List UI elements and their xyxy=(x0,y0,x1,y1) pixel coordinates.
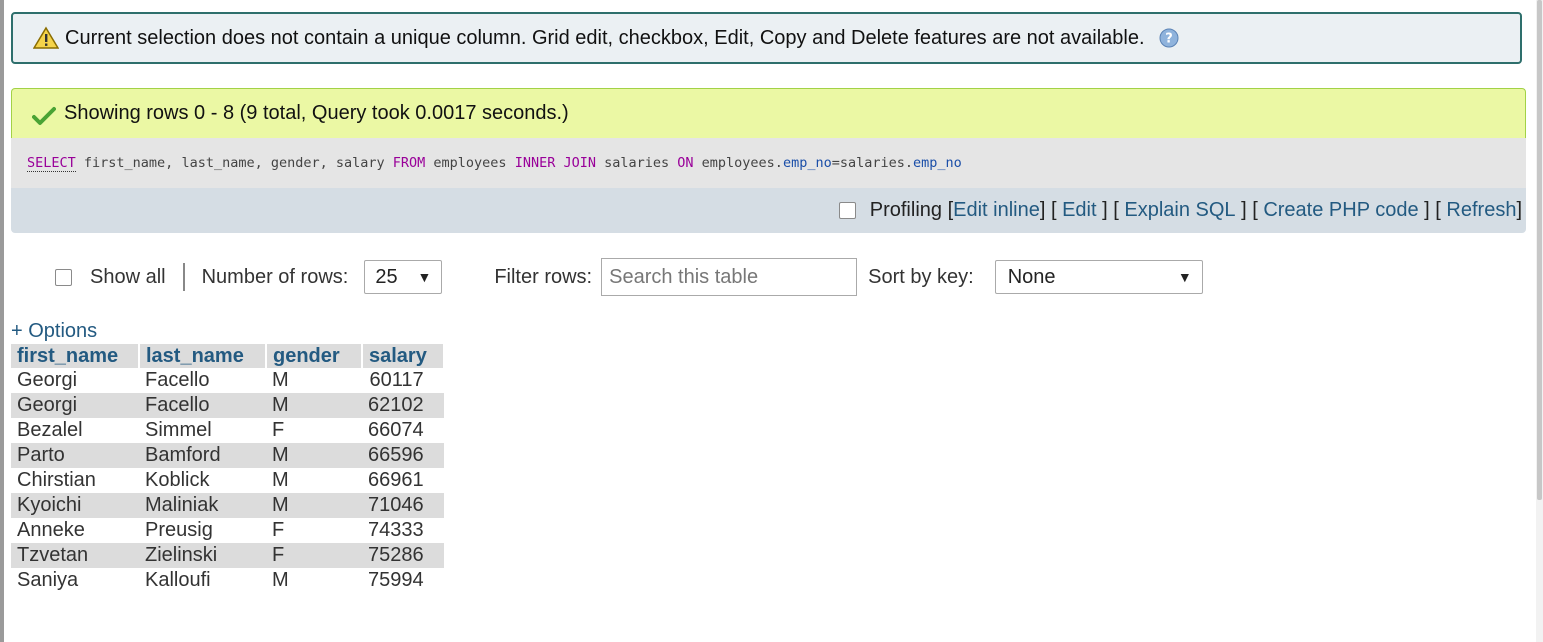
sql-right-column: emp_no xyxy=(913,155,962,171)
cell-last-name: Facello xyxy=(145,369,210,391)
cell-gender: F xyxy=(272,419,285,441)
notice-box: Current selection does not contain a uni… xyxy=(11,12,1522,64)
edit-link[interactable]: Edit xyxy=(1062,199,1096,222)
nav-separator xyxy=(182,263,185,291)
table-row: Chirstian Koblick M 66961 xyxy=(11,468,444,493)
cell-salary: 62102 xyxy=(362,393,444,418)
sort-by-key-value: None xyxy=(1007,265,1056,288)
cell-salary: 75286 xyxy=(362,543,444,568)
filter-rows-label: Filter rows: xyxy=(494,265,593,288)
success-text: Showing rows 0 - 8 (9 total, Query took … xyxy=(64,102,569,124)
edit-inline-link[interactable]: Edit inline xyxy=(953,199,1040,222)
svg-text:?: ? xyxy=(1165,32,1173,47)
cell-first-name: Georgi xyxy=(17,369,78,391)
sql-actions-bar: Profiling [Edit inline] [ Edit ] [ Expla… xyxy=(11,188,1526,233)
table-row: Tzvetan Zielinski F 75286 xyxy=(11,543,444,568)
vertical-scrollbar[interactable] xyxy=(1536,0,1543,642)
sql-left-column: emp_no xyxy=(782,155,832,171)
sql-eq-table: =salaries. xyxy=(831,155,913,171)
show-all-label[interactable]: Show all xyxy=(90,266,166,289)
cell-first-name: Parto xyxy=(11,443,139,468)
cell-first-name: Tzvetan xyxy=(11,543,139,568)
profiling-checkbox[interactable] xyxy=(838,202,856,219)
cell-gender: M xyxy=(272,469,289,491)
options-toggle-link[interactable]: + Options xyxy=(11,320,97,343)
sql-table2: salaries xyxy=(595,155,678,171)
cell-gender: M xyxy=(266,443,362,468)
cell-salary: 71046 xyxy=(362,493,444,518)
cell-last-name: Facello xyxy=(139,393,266,418)
sql-columns: first_name, last_name, gender, salary xyxy=(75,155,393,171)
cell-last-name: Bamford xyxy=(139,443,266,468)
rows-per-page-select[interactable]: 25 ▼ xyxy=(364,260,443,294)
profiling-label: Profiling xyxy=(869,199,943,221)
cell-last-name: Zielinski xyxy=(139,543,266,568)
table-row: Kyoichi Maliniak M 71046 xyxy=(11,493,444,518)
cell-last-name: Simmel xyxy=(145,419,212,441)
table-row: Georgi Facello M 62102 xyxy=(11,393,444,418)
cell-gender: M xyxy=(266,393,362,418)
help-icon[interactable]: ? xyxy=(1159,28,1179,48)
column-header-first-name[interactable]: first_name xyxy=(11,344,140,368)
cell-salary: 75994 xyxy=(368,569,424,591)
cell-last-name: Preusig xyxy=(145,519,213,541)
column-header-gender[interactable]: gender xyxy=(266,344,363,368)
cell-gender: M xyxy=(266,493,362,518)
success-message: Showing rows 0 - 8 (9 total, Query took … xyxy=(11,88,1526,138)
explain-sql-link[interactable]: Explain SQL xyxy=(1124,199,1235,222)
table-header-row: first_name last_name gender salary xyxy=(11,344,445,368)
sql-left-table: employees. xyxy=(693,155,783,171)
cell-first-name: Kyoichi xyxy=(11,493,139,518)
sql-join-keyword: JOIN xyxy=(563,155,596,171)
filter-rows-input[interactable] xyxy=(601,258,858,296)
sql-select-keyword[interactable]: SELECT xyxy=(27,155,76,172)
warning-icon xyxy=(33,26,59,49)
sql-on-keyword: ON xyxy=(677,155,694,171)
cell-last-name: Maliniak xyxy=(139,493,266,518)
table-row: Bezalel Simmel F 66074 xyxy=(11,418,444,443)
cell-first-name: Georgi xyxy=(11,393,139,418)
table-row: Saniya Kalloufi M 75994 xyxy=(11,568,444,593)
dropdown-arrow-icon: ▼ xyxy=(1177,269,1192,285)
cell-gender: M xyxy=(272,369,289,391)
sql-query-box: SELECT first_name, last_name, gender, sa… xyxy=(11,138,1526,188)
refresh-link[interactable]: Refresh xyxy=(1446,199,1516,222)
column-header-salary[interactable]: salary xyxy=(362,344,445,368)
rows-per-page-value: 25 xyxy=(375,265,398,288)
navigation-row: Show all Number of rows: 25 ▼ Filter row… xyxy=(55,258,1205,296)
table-row: Anneke Preusig F 74333 xyxy=(11,518,444,543)
cell-salary: 66596 xyxy=(362,443,444,468)
create-php-code-link[interactable]: Create PHP code xyxy=(1263,199,1418,222)
notice-text: Current selection does not contain a uni… xyxy=(65,26,1145,49)
cell-salary: 74333 xyxy=(368,519,424,541)
cell-gender: F xyxy=(266,543,362,568)
cell-first-name: Saniya xyxy=(17,569,79,591)
results-table: first_name last_name gender salary Georg… xyxy=(11,344,445,593)
cell-first-name: Bezalel xyxy=(17,419,83,441)
window-left-border xyxy=(0,0,4,642)
cell-last-name: Kalloufi xyxy=(145,569,211,591)
sort-by-key-label: Sort by key: xyxy=(868,265,974,288)
sort-by-key-select[interactable]: None ▼ xyxy=(994,260,1203,294)
cell-last-name: Koblick xyxy=(145,469,210,491)
rows-label: Number of rows: xyxy=(201,265,349,288)
cell-salary: 66961 xyxy=(368,469,424,491)
table-row: Parto Bamford M 66596 xyxy=(11,443,444,468)
sql-from-keyword: FROM xyxy=(392,155,426,171)
cell-salary: 66074 xyxy=(368,419,424,441)
table-row: Georgi Facello M 60117 xyxy=(11,368,444,393)
sql-inner-keyword: INNER xyxy=(514,155,556,171)
cell-gender: F xyxy=(272,519,285,541)
dropdown-arrow-icon: ▼ xyxy=(417,269,432,285)
sql-table1: employees xyxy=(425,155,515,171)
check-icon xyxy=(32,106,56,125)
cell-gender: M xyxy=(272,569,289,591)
show-all-checkbox[interactable] xyxy=(55,268,72,286)
scrollbar-thumb[interactable] xyxy=(1537,0,1542,500)
cell-salary: 60117 xyxy=(369,369,424,391)
cell-first-name: Anneke xyxy=(17,519,85,541)
column-header-last-name[interactable]: last_name xyxy=(139,344,267,368)
cell-first-name: Chirstian xyxy=(17,469,96,491)
